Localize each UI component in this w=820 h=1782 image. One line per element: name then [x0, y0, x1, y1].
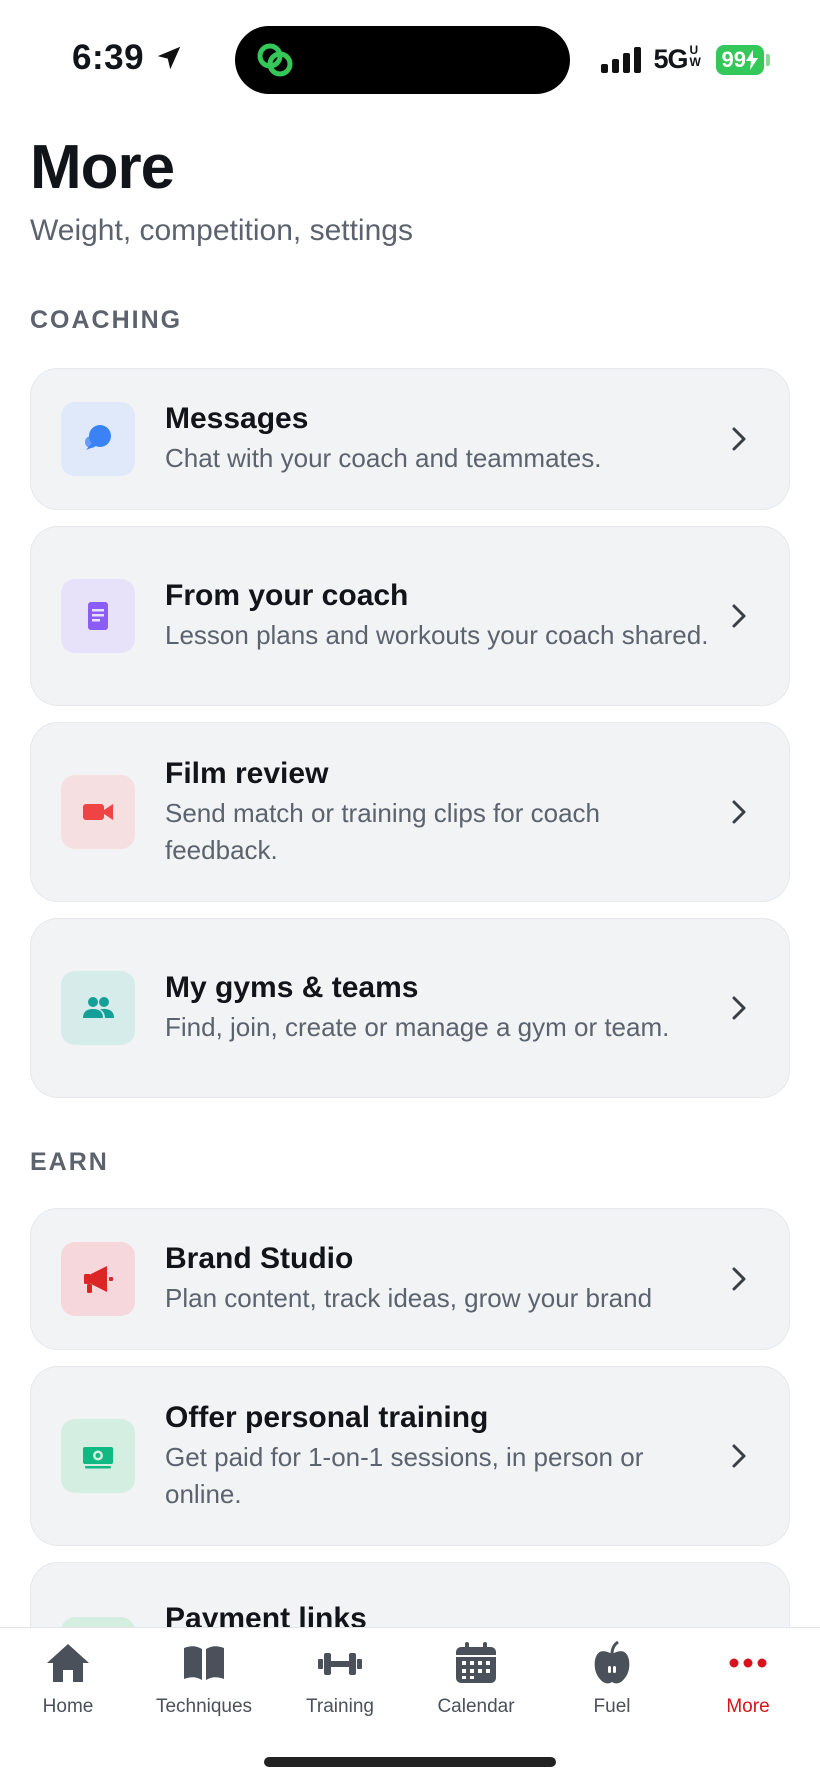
tab-training[interactable]: Training	[272, 1640, 408, 1718]
chevron-right-icon	[732, 1267, 746, 1291]
menu-item-description: Find, join, create or manage a gym or te…	[165, 1012, 670, 1042]
tab-label: Calendar	[437, 1696, 515, 1717]
apple-icon	[594, 1640, 630, 1684]
menu-item-title: Offer personal training	[165, 1400, 489, 1434]
tab-label: More	[726, 1696, 770, 1717]
section-label-earn: EARN	[30, 1148, 109, 1176]
tab-label: Training	[306, 1696, 374, 1717]
menu-item-from-your-coach[interactable]: From your coach Lesson plans and workout…	[30, 526, 790, 706]
tab-calendar[interactable]: Calendar	[408, 1640, 544, 1718]
menu-item-description: Send match or training clips for coach f…	[165, 797, 600, 865]
network-label: 5G UW	[653, 43, 700, 74]
status-indicators: 5G UW 99	[601, 44, 770, 75]
charging-bolt-icon	[746, 49, 758, 70]
menu-item-offer-personal-training[interactable]: Offer personal training Get paid for 1-o…	[30, 1366, 790, 1546]
menu-item-title: My gyms & teams	[165, 971, 419, 1004]
battery-indicator: 99	[715, 44, 770, 75]
calendar-icon	[456, 1642, 496, 1683]
chat-icon	[61, 402, 135, 476]
menu-item-title: From your coach	[165, 579, 409, 612]
money-icon	[61, 1419, 135, 1493]
menu-item-film-review[interactable]: Film review Send match or training clips…	[30, 722, 790, 902]
menu-item-messages[interactable]: Messages Chat with your coach and teamma…	[30, 368, 790, 510]
menu-item-description: Lesson plans and workouts your coach sha…	[165, 620, 709, 650]
status-time: 6:39	[72, 38, 184, 78]
chevron-right-icon	[732, 800, 746, 824]
page-subtitle: Weight, competition, settings	[30, 214, 413, 247]
location-arrow-icon	[157, 46, 181, 70]
menu-item-description: Get paid for 1-on-1 sessions, in person …	[165, 1441, 644, 1509]
menu-item-description: Chat with your coach and teammates.	[165, 443, 602, 473]
book-icon	[184, 1646, 224, 1680]
tab-techniques[interactable]: Techniques	[136, 1640, 272, 1718]
page-title: More	[30, 133, 175, 202]
tab-label: Home	[42, 1696, 94, 1717]
time-label: 6:39	[72, 38, 145, 77]
megaphone-icon	[61, 1242, 135, 1316]
dumbbell-icon	[318, 1653, 362, 1675]
document-icon	[61, 579, 135, 653]
menu-item-description: Plan content, track ideas, grow your bra…	[165, 1283, 653, 1313]
menu-item-title: Messages	[165, 402, 309, 435]
video-camera-icon	[61, 775, 135, 849]
tab-home[interactable]: Home	[0, 1640, 136, 1718]
menu-item-my-gyms-teams[interactable]: My gyms & teams Find, join, create or ma…	[30, 918, 790, 1098]
more-dots-icon	[729, 1658, 767, 1668]
linked-rings-icon	[257, 43, 293, 77]
tab-fuel[interactable]: Fuel	[544, 1640, 680, 1718]
cellular-signal-icon	[601, 46, 642, 73]
chevron-right-icon	[732, 604, 746, 628]
menu-item-title: Film review	[165, 756, 329, 790]
section-label-coaching: COACHING	[30, 306, 183, 334]
tab-label: Techniques	[155, 1696, 253, 1717]
home-icon	[47, 1644, 89, 1682]
home-indicator[interactable]	[264, 1757, 556, 1767]
chevron-right-icon	[732, 996, 746, 1020]
chevron-right-icon	[732, 1444, 746, 1468]
battery-level: 99	[721, 46, 746, 72]
menu-item-brand-studio[interactable]: Brand Studio Plan content, track ideas, …	[30, 1208, 790, 1350]
menu-item-title: Brand Studio	[165, 1242, 354, 1275]
people-icon	[61, 971, 135, 1045]
status-bar: 6:39 5G UW 99	[0, 0, 820, 110]
dynamic-island	[235, 26, 570, 94]
tab-label: Fuel	[593, 1696, 631, 1717]
tab-more[interactable]: More	[680, 1640, 816, 1718]
chevron-right-icon	[732, 427, 746, 451]
